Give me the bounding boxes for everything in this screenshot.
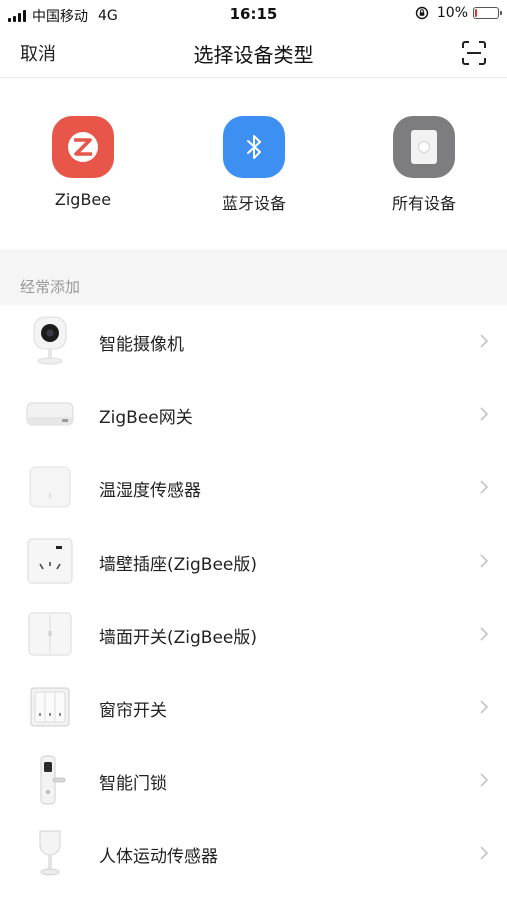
list-item-label: 墙壁插座(ZigBee版) xyxy=(99,554,258,575)
zigbee-icon xyxy=(52,116,114,178)
sensor-icon xyxy=(24,461,76,513)
bluetooth-icon xyxy=(223,116,285,178)
motion-sensor-icon xyxy=(24,827,76,879)
chevron-right-icon xyxy=(480,627,489,641)
page-title: 选择设备类型 xyxy=(193,43,314,67)
chevron-right-icon xyxy=(480,846,489,860)
list-item-label: ZigBee网关 xyxy=(99,408,193,429)
category-grid: ZigBee 蓝牙设备 所有设备 xyxy=(0,79,507,249)
list-item-label: 温湿度传感器 xyxy=(99,481,201,502)
category-zigbee[interactable]: ZigBee xyxy=(23,116,143,209)
chevron-right-icon xyxy=(480,700,489,714)
list-item-label: 智能摄像机 xyxy=(99,335,184,355)
chevron-right-icon xyxy=(480,553,489,568)
status-bar: 中国移动 4G 16:15 10% xyxy=(0,0,507,28)
status-right: 10% xyxy=(415,5,502,21)
scan-icon[interactable] xyxy=(461,40,487,66)
list-item-gateway[interactable]: ZigBee网关 xyxy=(0,378,507,451)
list-item-temp-sensor[interactable]: 温湿度传感器 xyxy=(0,451,507,524)
wall-switch-icon xyxy=(24,608,76,660)
battery-icon xyxy=(473,7,502,19)
curtain-switch-icon xyxy=(24,681,76,733)
category-bluetooth[interactable]: 蓝牙设备 xyxy=(194,116,314,214)
chevron-right-icon xyxy=(480,334,489,348)
camera-icon xyxy=(24,315,76,367)
device-icon xyxy=(393,116,455,178)
chevron-right-icon xyxy=(480,407,489,421)
list-item-label: 智能门锁 xyxy=(99,774,167,795)
list-item-wall-socket[interactable]: 墙壁插座(ZigBee版) xyxy=(0,525,507,598)
list-item-wall-switch[interactable]: 墙面开关(ZigBee版) xyxy=(0,598,507,671)
rotation-lock-icon xyxy=(415,6,429,20)
section-title: 经常添加 xyxy=(20,278,81,296)
battery-percent: 10% xyxy=(436,5,468,21)
list-item-door-lock[interactable]: 智能门锁 xyxy=(0,744,507,817)
category-label: 蓝牙设备 xyxy=(221,194,286,213)
list-item-camera[interactable]: 智能摄像机 xyxy=(0,305,507,378)
list-item-label: 人体运动传感器 xyxy=(99,847,218,868)
door-lock-icon xyxy=(24,754,76,806)
chevron-right-icon xyxy=(480,773,489,787)
category-label: 所有设备 xyxy=(391,194,456,213)
category-label: ZigBee xyxy=(54,190,112,209)
list-item-curtain-switch[interactable]: 窗帘开关 xyxy=(0,671,507,744)
device-list: 智能摄像机 ZigBee网关 温湿度传感器 墙壁插座(ZigBee版) 墙面开关… xyxy=(0,305,507,891)
gateway-icon xyxy=(24,388,76,440)
category-all-devices[interactable]: 所有设备 xyxy=(364,116,484,214)
wall-socket-icon xyxy=(24,535,76,587)
list-item-label: 窗帘开关 xyxy=(99,700,167,721)
nav-bar: 取消 选择设备类型 xyxy=(0,28,507,78)
battery-level-fill xyxy=(475,9,477,17)
chevron-right-icon xyxy=(480,480,489,494)
list-item-motion-sensor[interactable]: 人体运动传感器 xyxy=(0,817,507,890)
list-item-label: 墙面开关(ZigBee版) xyxy=(99,627,258,648)
section-header: 经常添加 xyxy=(0,249,507,305)
